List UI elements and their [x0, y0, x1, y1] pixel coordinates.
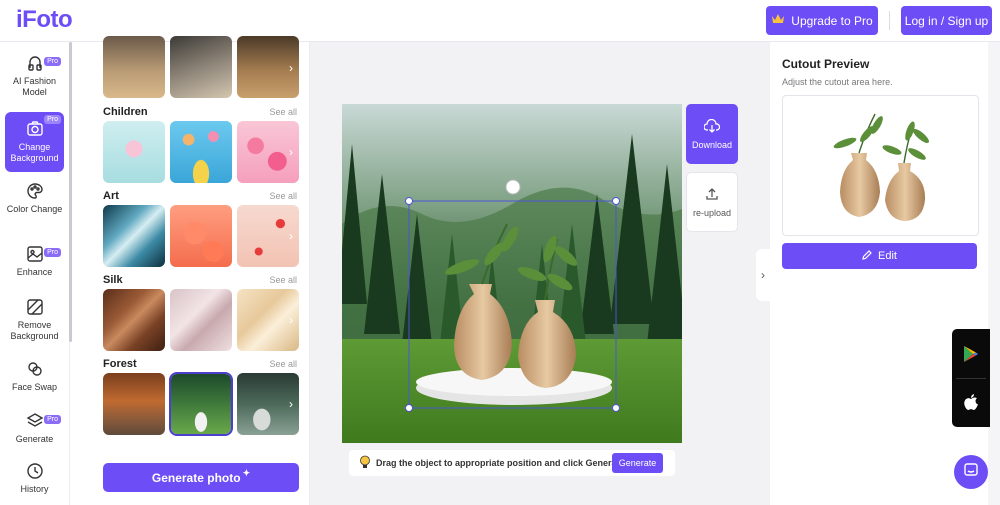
clock-icon: [26, 462, 44, 480]
login-signup-button[interactable]: Log in / Sign up: [901, 6, 992, 35]
nav-item-color-change[interactable]: Color Change: [5, 182, 64, 230]
change-background-icon: [26, 120, 44, 138]
page-scrollbar[interactable]: [988, 42, 1000, 505]
pro-badge: Pro: [44, 57, 61, 66]
cutout-preview-image[interactable]: [782, 95, 979, 236]
header-divider: [889, 11, 890, 30]
pro-badge: Pro: [44, 415, 61, 424]
chevron-right-icon[interactable]: ›: [284, 229, 298, 243]
pro-badge: Pro: [44, 115, 61, 124]
crown-icon: [771, 13, 785, 28]
nav-label: Remove Background: [10, 320, 59, 341]
nav-label: Face Swap: [11, 382, 58, 392]
template-thumb[interactable]: [103, 205, 165, 267]
template-thumb[interactable]: [170, 205, 232, 267]
template-thumb[interactable]: [170, 121, 232, 183]
hint-generate-button[interactable]: Generate: [612, 453, 663, 473]
edit-label: Edit: [878, 250, 897, 262]
ifoto-logo[interactable]: iFoto: [16, 6, 73, 34]
scene-preview[interactable]: [342, 104, 682, 443]
see-all-link[interactable]: See all: [269, 275, 297, 285]
face-swap-icon: [26, 360, 44, 378]
remove-background-icon: [26, 298, 44, 316]
chevron-right-icon[interactable]: ›: [284, 61, 298, 75]
collapse-panel-toggle[interactable]: ›: [756, 249, 770, 301]
hint-bar: Drag the object to appropriate position …: [349, 450, 675, 476]
lightbulb-icon: [359, 455, 371, 471]
cutout-title: Cutout Preview: [782, 57, 870, 71]
nav-item-history[interactable]: History: [5, 462, 64, 498]
category-title: Art: [103, 190, 119, 202]
upgrade-to-pro-button[interactable]: Upgrade to Pro: [766, 6, 878, 35]
app-store-panel: [952, 329, 990, 427]
category-title: Forest: [103, 358, 137, 370]
nav-item-enhance[interactable]: Pro Enhance: [5, 245, 64, 283]
nav-item-face-swap[interactable]: Face Swap: [5, 360, 64, 396]
see-all-link[interactable]: See all: [269, 191, 297, 201]
template-thumb-selected[interactable]: [169, 372, 233, 436]
layers-icon: [26, 412, 44, 430]
template-thumb[interactable]: [103, 289, 165, 351]
nav-label: AI Fashion Model: [12, 76, 57, 97]
template-panel: › Children See all › Art See all › Silk …: [72, 36, 310, 505]
apple-icon[interactable]: [963, 393, 979, 416]
nav-label: History: [20, 484, 49, 494]
see-all-link[interactable]: See all: [269, 107, 297, 117]
store-divider: [956, 378, 986, 379]
nav-item-generate[interactable]: Pro Generate: [5, 412, 64, 448]
nav-label: Change Background: [10, 142, 59, 163]
template-thumb[interactable]: [103, 121, 165, 183]
nav-label: Generate: [15, 434, 54, 444]
download-label: Download: [691, 139, 733, 150]
category-title: Children: [103, 106, 148, 118]
forest-scene-image: [342, 104, 682, 443]
template-thumb[interactable]: [170, 289, 232, 351]
generate-photo-button[interactable]: Generate photo ✦: [103, 463, 299, 492]
palette-icon: [26, 182, 44, 200]
reupload-label: re-upload: [692, 207, 732, 218]
nav-item-ai-fashion-model[interactable]: Pro AI Fashion Model: [5, 54, 64, 108]
download-cloud-icon: [703, 118, 721, 135]
nav-label: Enhance: [16, 267, 53, 277]
cutout-panel: Cutout Preview Adjust the cutout area he…: [770, 42, 988, 505]
download-button[interactable]: Download: [686, 104, 738, 164]
cutout-subtitle: Adjust the cutout area here.: [782, 77, 893, 87]
chat-support-button[interactable]: [954, 455, 988, 489]
upload-icon: [705, 187, 719, 203]
chevron-right-icon: ›: [761, 268, 765, 282]
nav-label: Color Change: [6, 204, 63, 214]
fashion-model-icon: [26, 54, 44, 72]
pro-badge: Pro: [44, 248, 61, 257]
left-nav: Pro AI Fashion Model Pro Change Backgrou…: [0, 42, 70, 505]
hint-text: Drag the object to appropriate position …: [376, 458, 625, 468]
pencil-icon: [862, 249, 872, 263]
upgrade-label: Upgrade to Pro: [791, 13, 873, 28]
template-thumb[interactable]: [103, 36, 165, 98]
reupload-button[interactable]: re-upload: [686, 172, 738, 232]
enhance-icon: [26, 245, 44, 263]
chevron-right-icon[interactable]: ›: [284, 397, 298, 411]
sparkle-icon: ✦: [242, 468, 251, 478]
category-title: Silk: [103, 274, 123, 286]
chat-icon: [963, 462, 979, 483]
nav-item-change-background[interactable]: Pro Change Background: [5, 112, 64, 172]
see-all-link[interactable]: See all: [269, 359, 297, 369]
canvas-area: Download re-upload Drag the object to ap…: [310, 42, 770, 505]
generate-photo-label: Generate photo: [151, 470, 241, 485]
template-thumb[interactable]: [103, 373, 165, 435]
google-play-icon[interactable]: [963, 345, 979, 368]
edit-cutout-button[interactable]: Edit: [782, 243, 977, 269]
chevron-right-icon[interactable]: ›: [284, 145, 298, 159]
template-thumb[interactable]: [170, 36, 232, 98]
chevron-right-icon[interactable]: ›: [284, 313, 298, 327]
nav-item-remove-background[interactable]: Remove Background: [5, 298, 64, 344]
